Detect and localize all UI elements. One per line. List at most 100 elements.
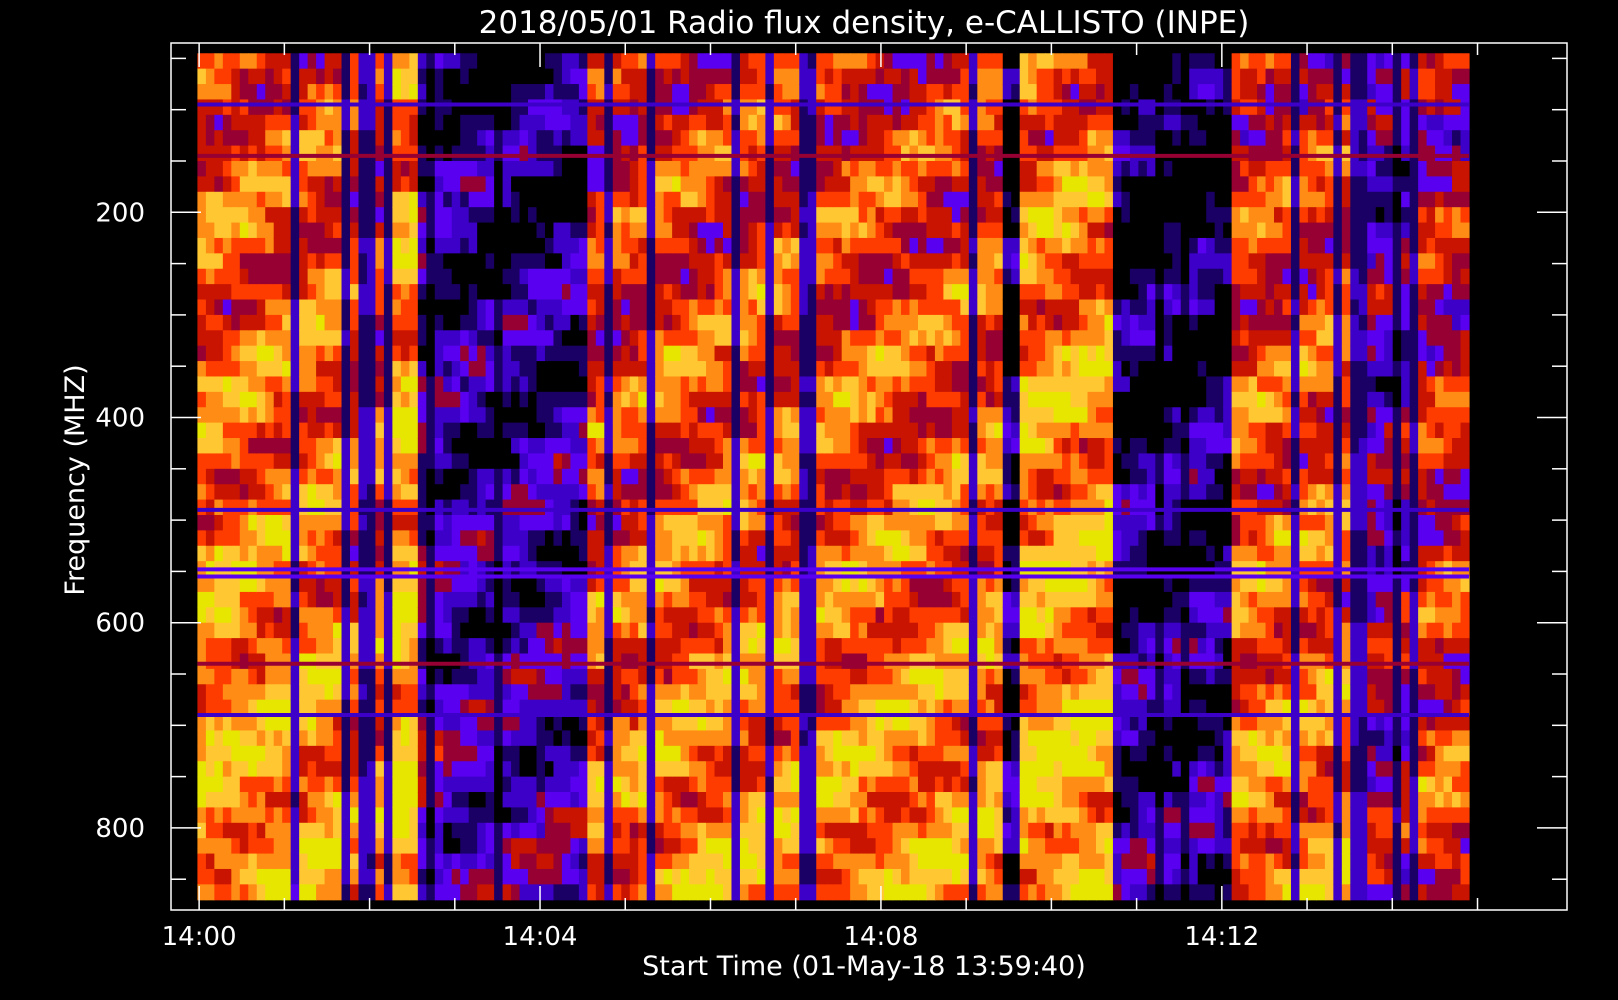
heatmap-cell	[256, 376, 266, 393]
heatmap-cell	[451, 792, 461, 808]
heatmap-cell	[867, 330, 877, 347]
heatmap-cell	[392, 114, 402, 131]
heatmap-cell	[570, 622, 580, 639]
heatmap-cell	[951, 638, 961, 655]
heatmap-cell	[400, 330, 410, 347]
heatmap-cell	[943, 684, 953, 701]
heatmap-cell	[672, 792, 682, 808]
heatmap-cell	[222, 299, 232, 316]
heatmap-cell	[324, 684, 334, 701]
heatmap-cell	[731, 576, 741, 593]
heatmap-cell	[706, 160, 716, 177]
heatmap-cell	[816, 222, 826, 239]
heatmap-cell	[689, 807, 699, 824]
heatmap-cell	[400, 668, 410, 685]
heatmap-cell	[909, 345, 919, 362]
heatmap-cell	[511, 484, 521, 501]
heatmap-cell	[316, 653, 326, 670]
heatmap-cell	[756, 530, 766, 547]
heatmap-cell	[341, 668, 351, 685]
heatmap-cell	[909, 868, 919, 885]
heatmap-cell	[714, 807, 724, 824]
heatmap-cell	[638, 468, 648, 485]
heatmap-cell	[239, 407, 249, 424]
heatmap-cell	[333, 191, 343, 208]
heatmap-cell	[858, 545, 868, 562]
heatmap-cell	[205, 607, 215, 624]
heatmap-cell	[833, 253, 843, 270]
heatmap-cell	[451, 730, 461, 747]
heatmap-cell	[561, 422, 572, 439]
heatmap-cell	[697, 484, 707, 501]
heatmap-cell	[917, 622, 928, 639]
heatmap-cell	[265, 422, 275, 439]
heatmap-cell	[477, 668, 487, 685]
heatmap-cell	[858, 761, 868, 778]
heatmap-cell	[290, 514, 300, 531]
heatmap-cell	[697, 807, 707, 824]
heatmap-cell	[901, 622, 911, 639]
heatmap-cell	[850, 99, 860, 116]
heatmap-cell	[443, 653, 453, 670]
heatmap-cell	[528, 530, 538, 547]
heatmap-cell	[341, 622, 351, 639]
heatmap-cell	[714, 361, 724, 378]
heatmap-cell	[231, 114, 241, 131]
heatmap-cell	[443, 53, 453, 70]
heatmap-cell	[400, 53, 410, 70]
heatmap-cell	[392, 776, 402, 793]
heatmap-cell	[341, 391, 351, 408]
heatmap-cell	[790, 653, 800, 670]
heatmap-cell	[884, 176, 894, 193]
heatmap-cell	[434, 653, 444, 670]
heatmap-cell	[570, 176, 580, 193]
heatmap-cell	[265, 345, 275, 362]
heatmap-cell	[494, 715, 504, 732]
heatmap-cell	[697, 68, 707, 85]
heatmap-cell	[773, 838, 783, 855]
heatmap-cell	[231, 407, 241, 424]
heatmap-cell	[451, 391, 461, 408]
heatmap-cell	[926, 853, 936, 870]
heatmap-cell	[655, 653, 665, 670]
heatmap-cell	[790, 160, 800, 177]
heatmap-cell	[256, 453, 266, 470]
heatmap-cell	[951, 884, 961, 901]
heatmap-cell	[536, 438, 546, 455]
heatmap-cell	[621, 53, 631, 70]
heatmap-cell	[756, 253, 766, 270]
heatmap-cell	[672, 145, 682, 162]
heatmap-cell	[341, 237, 351, 254]
heatmap-cell	[816, 68, 826, 85]
heatmap-cell	[231, 684, 241, 701]
heatmap-cell	[214, 130, 224, 147]
heatmap-cell	[672, 607, 682, 624]
heatmap-cell	[748, 299, 758, 316]
heatmap-cell	[884, 514, 894, 531]
heatmap-cell	[807, 237, 817, 254]
heatmap-cell	[595, 114, 605, 131]
heatmap-cell	[587, 792, 597, 808]
heatmap-cell	[299, 653, 309, 670]
heatmap-cell	[443, 84, 453, 101]
heatmap-cell	[790, 807, 800, 824]
heatmap-cell	[316, 761, 326, 778]
heatmap-cell	[689, 114, 699, 131]
heatmap-cell	[833, 145, 843, 162]
heatmap-cell	[951, 838, 961, 855]
heatmap-cell	[706, 468, 716, 485]
heatmap-cell	[366, 99, 377, 116]
heatmap-cell	[392, 391, 402, 408]
heatmap-cell	[807, 114, 817, 131]
heatmap-cell	[646, 237, 656, 254]
heatmap-cell	[307, 792, 317, 808]
heatmap-cell	[214, 345, 224, 362]
heatmap-cell	[587, 453, 597, 470]
heatmap-cell	[477, 684, 487, 701]
heatmap-cell	[383, 745, 393, 762]
heatmap-cell	[460, 514, 470, 531]
heatmap-cell	[663, 668, 673, 685]
heatmap-cell	[782, 53, 792, 70]
heatmap-cell	[799, 468, 809, 485]
heatmap-cell	[544, 130, 555, 147]
